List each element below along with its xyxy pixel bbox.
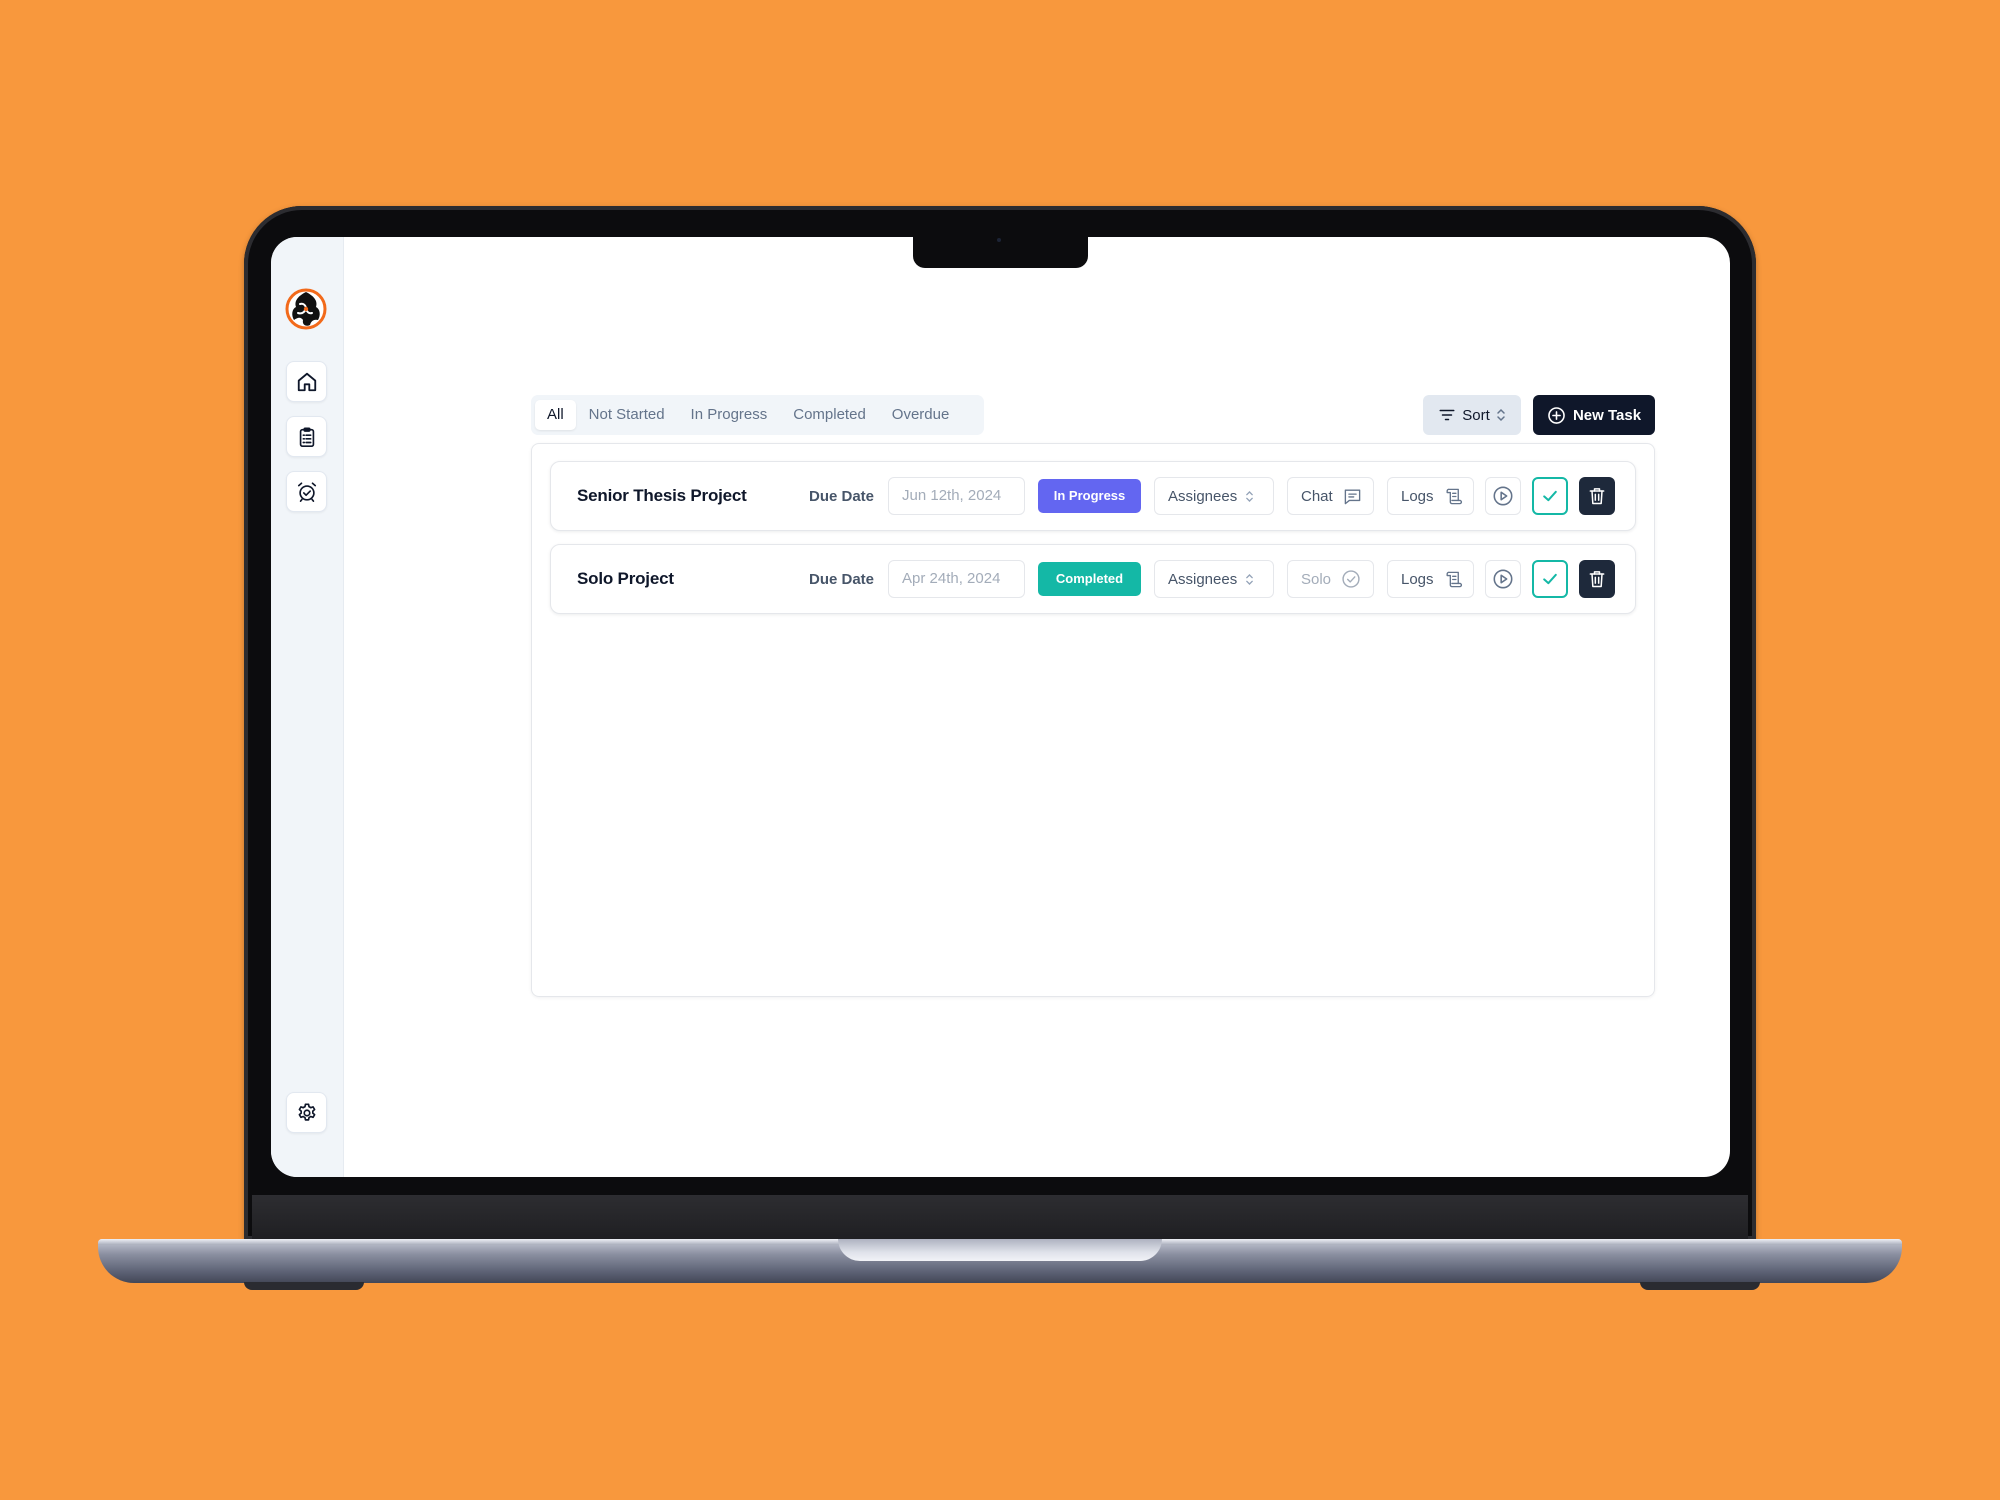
gear-icon [298, 1102, 315, 1121]
assignees-label: Assignees [1168, 487, 1238, 505]
sidebar-item-tasks[interactable] [286, 416, 327, 457]
tab-completed[interactable]: Completed [780, 400, 879, 430]
mark-complete-button[interactable] [1532, 477, 1568, 515]
mark-complete-button[interactable] [1532, 560, 1568, 598]
logs-button[interactable]: Logs [1387, 560, 1474, 598]
tab-all[interactable]: All [535, 400, 576, 430]
tab-overdue[interactable]: Overdue [879, 400, 963, 430]
laptop-opening-lip [838, 1239, 1162, 1261]
chat-label: Chat [1301, 487, 1333, 505]
app-screen: All Not Started In Progress Completed Ov… [271, 237, 1730, 1177]
status-filter-tabs: All Not Started In Progress Completed Ov… [531, 395, 984, 435]
assignees-select[interactable]: Assignees [1154, 560, 1274, 598]
trash-icon [1589, 488, 1605, 505]
sidebar-item-home[interactable] [286, 361, 327, 402]
chevron-up-down-icon [1246, 573, 1254, 585]
play-circle-icon [1493, 569, 1513, 589]
solo-label: Solo [1301, 570, 1332, 588]
plus-circle-icon [1548, 406, 1565, 424]
new-task-label: New Task [1572, 406, 1642, 424]
tab-in-progress[interactable]: In Progress [678, 400, 781, 430]
check-circle-icon [1342, 570, 1360, 588]
task-title: Senior Thesis Project [577, 486, 747, 505]
scroll-text-icon [1446, 571, 1462, 587]
chevron-up-down-icon [1497, 408, 1505, 422]
alarm-clock-icon [297, 481, 316, 502]
sidebar [271, 237, 344, 1177]
delete-task-button[interactable] [1579, 477, 1615, 515]
trash-icon [1589, 571, 1605, 588]
due-date-field[interactable]: Jun 12th, 2024 [888, 477, 1025, 515]
laptop-bezel-bottom [252, 1195, 1748, 1243]
due-date-label: Due Date [809, 571, 875, 588]
logs-label: Logs [1401, 570, 1434, 588]
start-timer-button[interactable] [1485, 560, 1521, 598]
sort-label: Sort [1462, 406, 1490, 424]
assignees-select[interactable]: Assignees [1154, 477, 1274, 515]
start-timer-button[interactable] [1485, 477, 1521, 515]
sidebar-item-reminders[interactable] [286, 471, 327, 512]
due-date-field[interactable]: Apr 24th, 2024 [888, 560, 1025, 598]
status-badge[interactable]: In Progress [1038, 479, 1141, 513]
delete-task-button[interactable] [1579, 560, 1615, 598]
chevron-up-down-icon [1246, 490, 1254, 502]
play-circle-icon [1493, 486, 1513, 506]
chat-button[interactable]: Chat [1287, 477, 1374, 515]
clipboard-list-icon [299, 426, 314, 447]
app-logo[interactable] [284, 287, 328, 331]
sort-button[interactable]: Sort [1423, 395, 1521, 435]
home-icon [297, 372, 316, 391]
message-square-icon [1344, 488, 1360, 504]
check-icon [1543, 490, 1557, 502]
status-badge[interactable]: Completed [1038, 562, 1141, 596]
sidebar-item-settings[interactable] [286, 1092, 327, 1133]
check-icon [1543, 573, 1557, 585]
logs-label: Logs [1401, 487, 1434, 505]
solo-indicator: Solo [1287, 560, 1374, 598]
logs-button[interactable]: Logs [1387, 477, 1474, 515]
camera-notch [913, 236, 1088, 268]
task-row[interactable]: Senior Thesis Project Due Date Jun 12th,… [550, 461, 1636, 531]
camera-icon [997, 238, 1001, 242]
task-list-panel: Senior Thesis Project Due Date Jun 12th,… [531, 443, 1655, 997]
assignees-label: Assignees [1168, 570, 1238, 588]
task-title: Solo Project [577, 569, 674, 588]
task-row[interactable]: Solo Project Due Date Apr 24th, 2024 Com… [550, 544, 1636, 614]
laptop-foot-left [244, 1282, 364, 1290]
filter-lines-icon [1439, 409, 1455, 421]
new-task-button[interactable]: New Task [1533, 395, 1655, 435]
laptop-foot-right [1640, 1282, 1760, 1290]
scroll-text-icon [1446, 488, 1462, 504]
tab-not-started[interactable]: Not Started [576, 400, 678, 430]
due-date-label: Due Date [809, 488, 875, 505]
